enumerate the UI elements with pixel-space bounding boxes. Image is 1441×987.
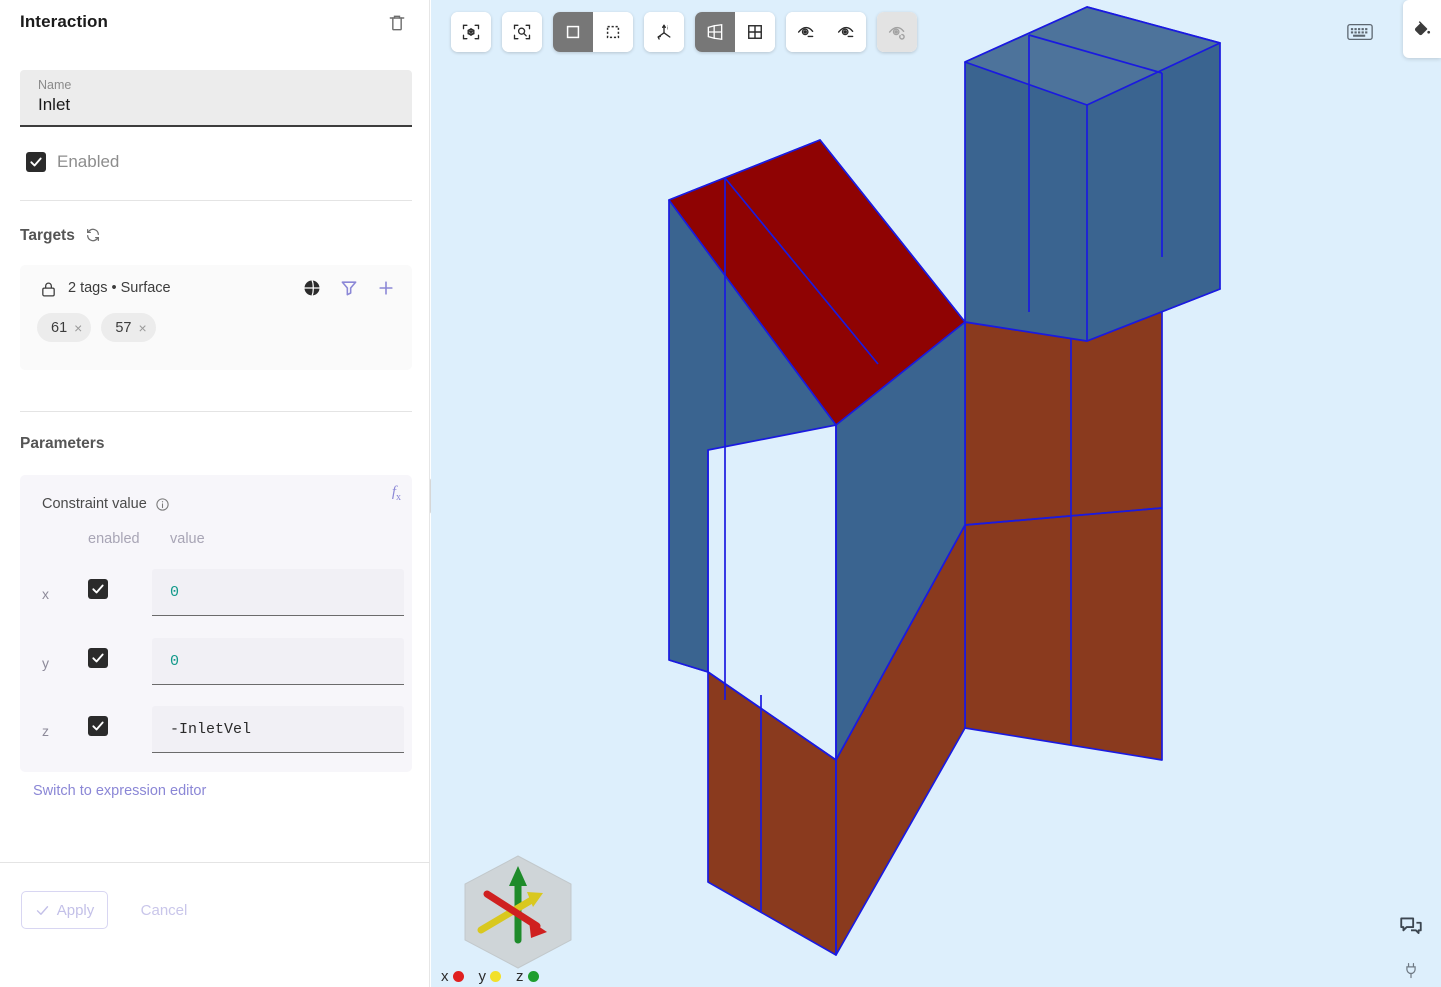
- switch-to-expression-editor-link[interactable]: Switch to expression editor: [33, 783, 206, 799]
- constraint-enabled-checkbox-z[interactable]: [88, 716, 108, 736]
- divider-footer: [0, 862, 430, 863]
- grid-view-icon[interactable]: [735, 12, 775, 52]
- enabled-checkbox-row[interactable]: Enabled: [26, 152, 119, 172]
- axis-legend-dot-x: [452, 971, 464, 982]
- constraint-value-text-x: 0: [170, 583, 180, 601]
- toolbar-group-selection: [553, 12, 633, 52]
- expression-fx-button[interactable]: fx: [392, 484, 401, 503]
- interaction-sidebar: Interaction Name Inlet Enabled Targets 2…: [0, 0, 430, 987]
- close-icon[interactable]: ×: [74, 321, 82, 335]
- enabled-label: Enabled: [57, 152, 120, 171]
- keyboard-icon[interactable]: [1347, 22, 1373, 42]
- column-header-enabled: enabled: [88, 531, 140, 547]
- viewport-toolbar: i: [451, 12, 917, 52]
- fx-sub: x: [396, 492, 401, 503]
- constraint-value-text-y: 0: [170, 652, 180, 670]
- cancel-button-label: Cancel: [140, 901, 188, 919]
- apply-button[interactable]: Apply: [21, 891, 108, 929]
- check-icon: [36, 905, 48, 915]
- targets-card: 2 tags • Surface 61 × 57 ×: [20, 265, 412, 370]
- select-solid-icon[interactable]: [553, 12, 593, 52]
- constraint-value-title: Constraint value: [42, 496, 170, 512]
- constraint-row-y: y 0: [20, 638, 412, 698]
- constraint-row-z: z -InletVel: [20, 706, 412, 766]
- close-icon[interactable]: ×: [138, 321, 146, 335]
- axis-tripod-icon[interactable]: i: [644, 12, 684, 52]
- eye-reset-icon: [877, 12, 917, 52]
- plus-icon[interactable]: [376, 278, 396, 298]
- divider-mid: [20, 411, 412, 412]
- geometry-render[interactable]: [431, 0, 1441, 987]
- chat-bubble-icon[interactable]: [1398, 913, 1424, 939]
- axis-orientation-gizmo[interactable]: [443, 844, 593, 979]
- toolbar-group-view: [695, 12, 775, 52]
- axis-label-z: z: [42, 723, 49, 739]
- name-field-value[interactable]: Inlet: [38, 95, 70, 115]
- cancel-button[interactable]: Cancel: [124, 891, 204, 929]
- select-box-icon[interactable]: [593, 12, 633, 52]
- toolbar-group-reset-visibility: [877, 12, 917, 52]
- geometry-face-brown: [707, 671, 837, 956]
- right-tool-panel: [1403, 0, 1441, 58]
- toolbar-group-visibility: [786, 12, 866, 52]
- toolbar-group-fit: [451, 12, 491, 52]
- plug-icon[interactable]: [1404, 962, 1418, 980]
- fit-to-view-icon[interactable]: [451, 12, 491, 52]
- axis-legend-label-z: z: [516, 968, 524, 985]
- toolbar-group-zoombox: [502, 12, 542, 52]
- toolbar-group-axis: i: [644, 12, 684, 52]
- axis-legend-label-x: x: [441, 968, 449, 985]
- target-chip-label: 61: [51, 319, 68, 336]
- target-chip[interactable]: 61 ×: [37, 313, 92, 342]
- panel-header: Interaction: [0, 0, 430, 46]
- constraint-value-input-x[interactable]: 0: [152, 569, 404, 616]
- target-chip[interactable]: 57 ×: [101, 313, 156, 342]
- targets-actions: [302, 278, 396, 298]
- svg-text:i: i: [667, 26, 668, 32]
- constraint-enabled-checkbox-y[interactable]: [88, 648, 108, 668]
- column-header-value: value: [170, 531, 205, 547]
- axis-legend-label-y: y: [478, 968, 487, 985]
- apply-button-label: Apply: [56, 901, 95, 919]
- eye-show-icon[interactable]: [826, 12, 866, 52]
- targets-summary: 2 tags • Surface: [68, 280, 171, 296]
- zoom-to-box-icon[interactable]: [502, 12, 542, 52]
- constraint-row-x: x 0: [20, 569, 412, 629]
- constraint-value-input-y[interactable]: 0: [152, 638, 404, 685]
- app-root: Interaction Name Inlet Enabled Targets 2…: [0, 0, 1441, 987]
- parameters-section-title: Parameters: [20, 435, 105, 452]
- target-chip-list: 61 × 57 ×: [37, 313, 156, 342]
- lock-icon[interactable]: [40, 281, 57, 298]
- globe-icon[interactable]: [302, 278, 322, 298]
- paint-bucket-icon[interactable]: [1411, 18, 1433, 40]
- target-chip-label: 57: [115, 319, 132, 336]
- constraint-enabled-checkbox-x[interactable]: [88, 579, 108, 599]
- info-icon[interactable]: [155, 497, 170, 512]
- axis-legend-dot-y: [490, 971, 501, 982]
- axis-gizmo-legend: x y z: [441, 968, 539, 985]
- axis-label-y: y: [42, 655, 49, 671]
- perspective-view-icon[interactable]: [695, 12, 735, 52]
- constraint-value-input-z[interactable]: -InletVel: [152, 706, 404, 753]
- viewport-3d[interactable]: i x y z: [431, 0, 1441, 987]
- filter-icon[interactable]: [339, 278, 359, 298]
- axis-label-x: x: [42, 586, 49, 602]
- divider-top: [20, 200, 412, 201]
- axis-legend-dot-z: [527, 971, 539, 982]
- parameters-card: fx Constraint value enabled value x 0 y …: [20, 475, 412, 772]
- targets-section-title: Targets: [20, 227, 75, 244]
- constraint-value-text-z: -InletVel: [170, 720, 252, 738]
- trash-icon[interactable]: [386, 12, 408, 34]
- refresh-icon[interactable]: [85, 227, 101, 243]
- enabled-checkbox[interactable]: [26, 152, 46, 172]
- name-field-label: Name: [38, 78, 72, 92]
- eye-hide-icon[interactable]: [786, 12, 826, 52]
- constraint-value-label: Constraint value: [42, 496, 147, 512]
- name-field[interactable]: Name Inlet: [20, 70, 412, 127]
- page-title: Interaction: [20, 12, 109, 31]
